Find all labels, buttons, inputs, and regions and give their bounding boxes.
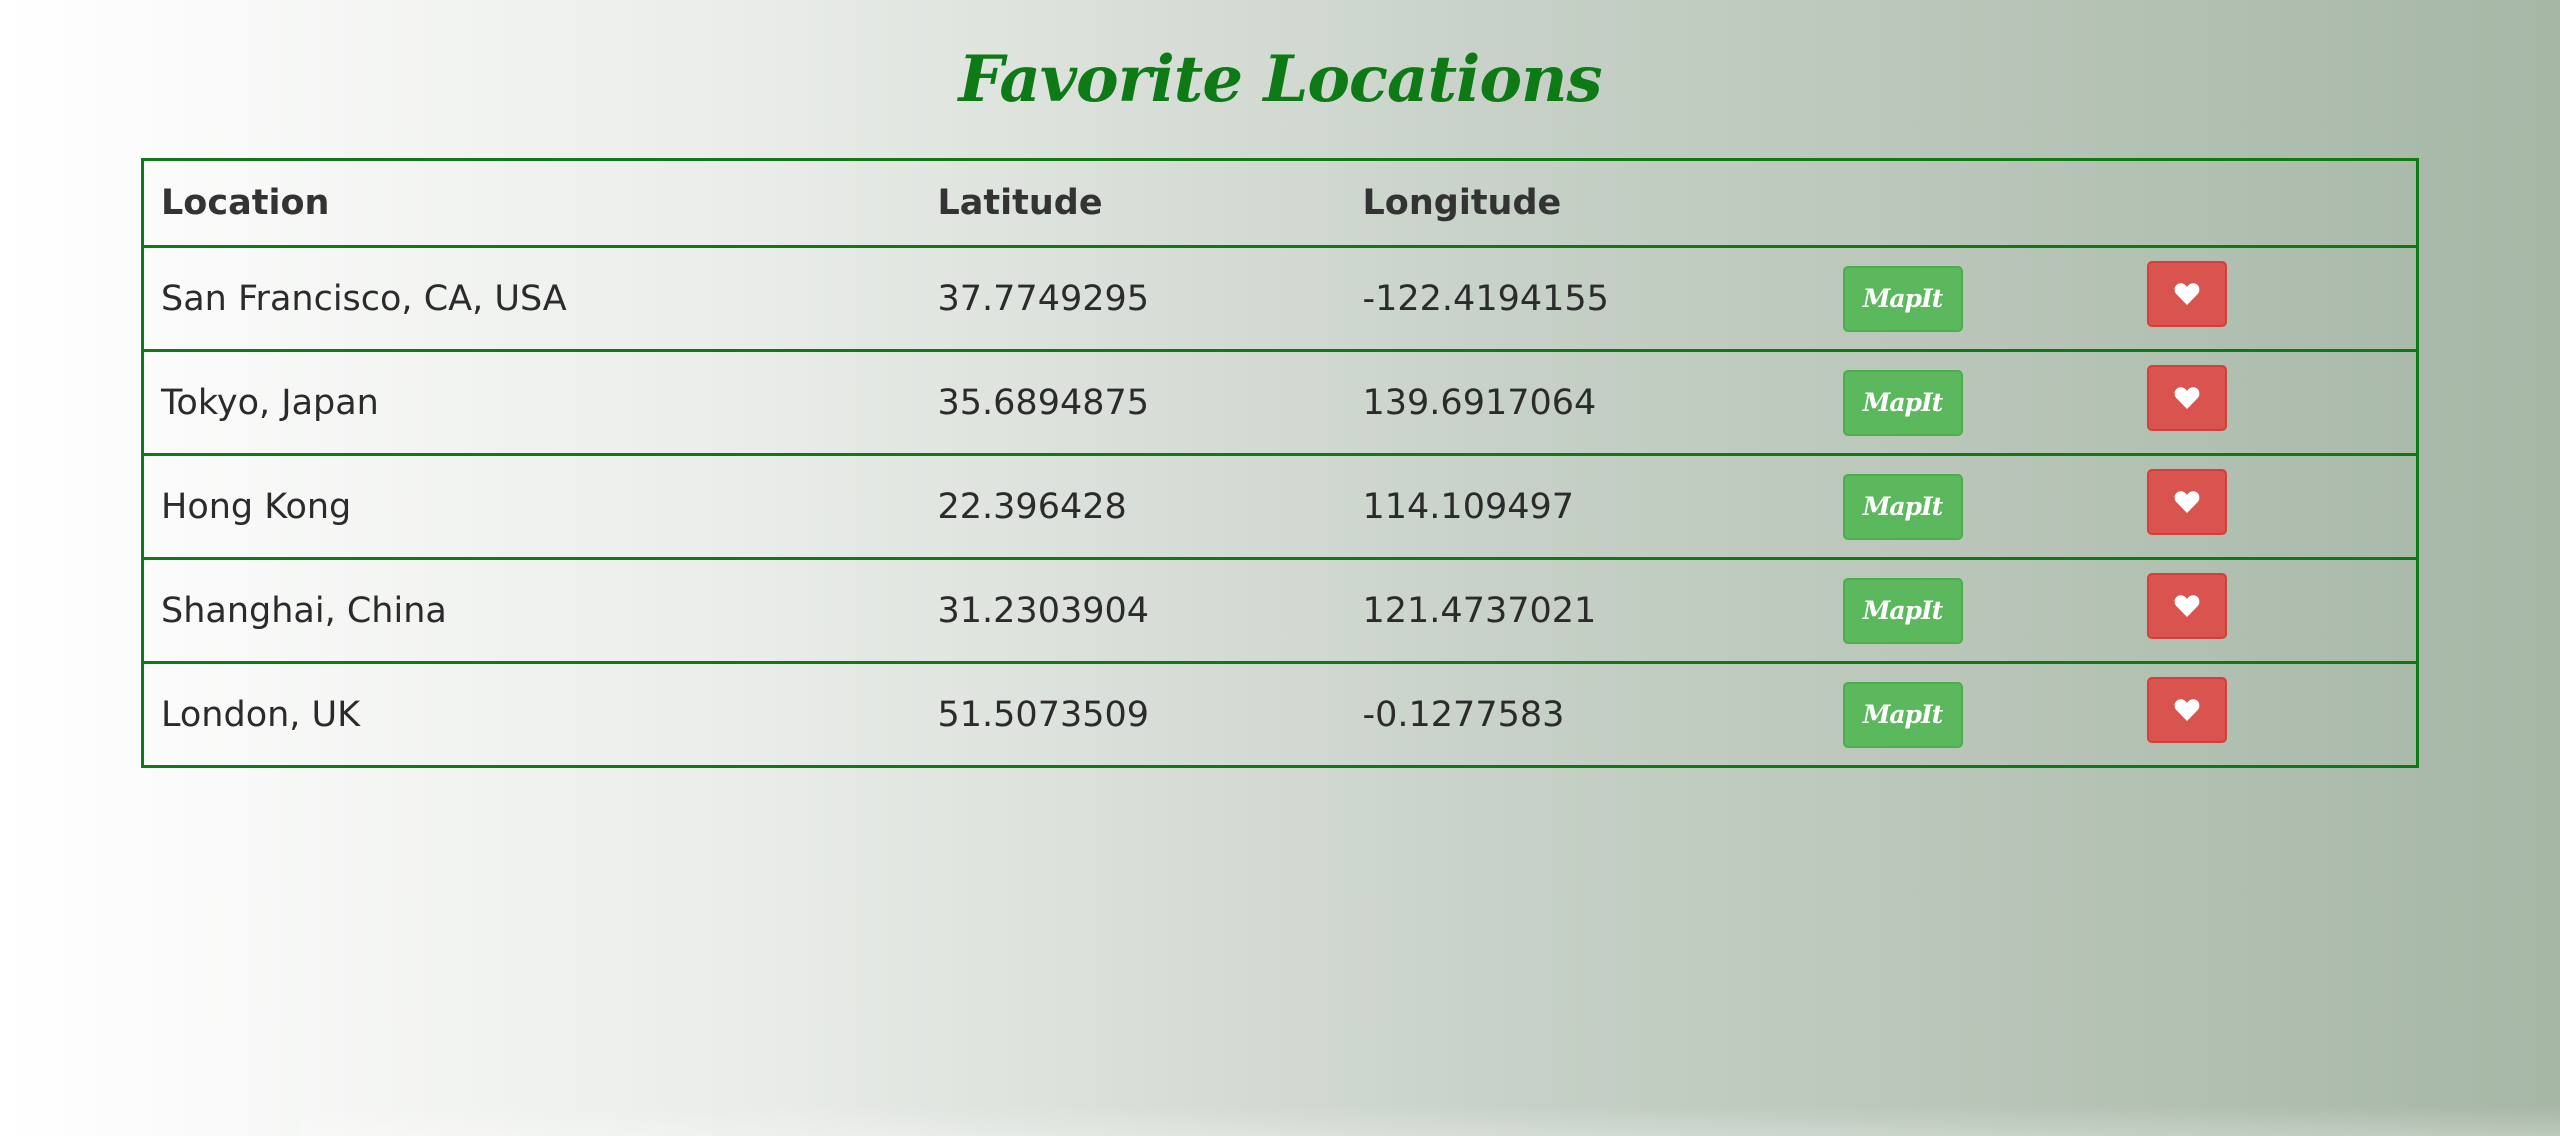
location-cell: Hong Kong <box>142 453 921 560</box>
heart-icon <box>2174 699 2199 721</box>
latitude-cell: 51.5073509 <box>920 661 1346 768</box>
map-cell: MapIt <box>1834 557 2139 664</box>
latitude-cell: 31.2303904 <box>920 557 1346 664</box>
favorite-locations-table: Location Latitude Longitude San Francisc… <box>141 158 2419 768</box>
mapit-button[interactable]: MapIt <box>1842 265 1963 332</box>
mapit-button[interactable]: MapIt <box>1842 681 1963 748</box>
column-header-map <box>1834 158 2139 248</box>
latitude-cell: 35.6894875 <box>920 349 1346 456</box>
column-header-favorite <box>2138 158 2418 248</box>
heart-icon <box>2174 595 2199 617</box>
mapit-button[interactable]: MapIt <box>1842 369 1963 436</box>
heart-icon <box>2174 283 2199 305</box>
background-highlight <box>300 1106 2560 1136</box>
favorite-button[interactable] <box>2146 573 2227 639</box>
location-cell: Shanghai, China <box>142 557 921 664</box>
longitude-cell: 114.109497 <box>1345 453 1835 560</box>
heart-icon <box>2174 491 2199 513</box>
column-header-latitude: Latitude <box>920 158 1346 248</box>
map-cell: MapIt <box>1834 453 2139 560</box>
map-cell: MapIt <box>1834 661 2139 768</box>
column-header-location: Location <box>142 158 921 248</box>
favorite-button[interactable] <box>2146 261 2227 327</box>
page-title: Favorite Locations <box>958 42 1602 117</box>
latitude-cell: 37.7749295 <box>920 245 1346 352</box>
favorite-button[interactable] <box>2146 469 2227 535</box>
favorite-cell <box>2138 349 2418 456</box>
favorite-button[interactable] <box>2146 677 2227 743</box>
map-cell: MapIt <box>1834 349 2139 456</box>
location-cell: London, UK <box>142 661 921 768</box>
mapit-button[interactable]: MapIt <box>1842 577 1963 644</box>
heart-icon <box>2174 387 2199 409</box>
mapit-button[interactable]: MapIt <box>1842 473 1963 540</box>
table-row: Hong Kong 22.396428 114.109497 MapIt <box>142 453 2418 560</box>
location-cell: Tokyo, Japan <box>142 349 921 456</box>
table-row: Tokyo, Japan 35.6894875 139.6917064 MapI… <box>142 349 2418 456</box>
longitude-cell: -0.1277583 <box>1345 661 1835 768</box>
table-row: London, UK 51.5073509 -0.1277583 MapIt <box>142 661 2418 768</box>
longitude-cell: 121.4737021 <box>1345 557 1835 664</box>
favorite-cell <box>2138 245 2418 352</box>
location-cell: San Francisco, CA, USA <box>142 245 921 352</box>
favorite-button[interactable] <box>2146 365 2227 431</box>
table-row: San Francisco, CA, USA 37.7749295 -122.4… <box>142 245 2418 352</box>
favorite-cell <box>2138 557 2418 664</box>
favorite-cell <box>2138 453 2418 560</box>
longitude-cell: -122.4194155 <box>1345 245 1835 352</box>
column-header-longitude: Longitude <box>1345 158 1835 248</box>
map-cell: MapIt <box>1834 245 2139 352</box>
latitude-cell: 22.396428 <box>920 453 1346 560</box>
favorite-cell <box>2138 661 2418 768</box>
table-row: Shanghai, China 31.2303904 121.4737021 M… <box>142 557 2418 664</box>
table-header-row: Location Latitude Longitude <box>142 158 2418 248</box>
longitude-cell: 139.6917064 <box>1345 349 1835 456</box>
